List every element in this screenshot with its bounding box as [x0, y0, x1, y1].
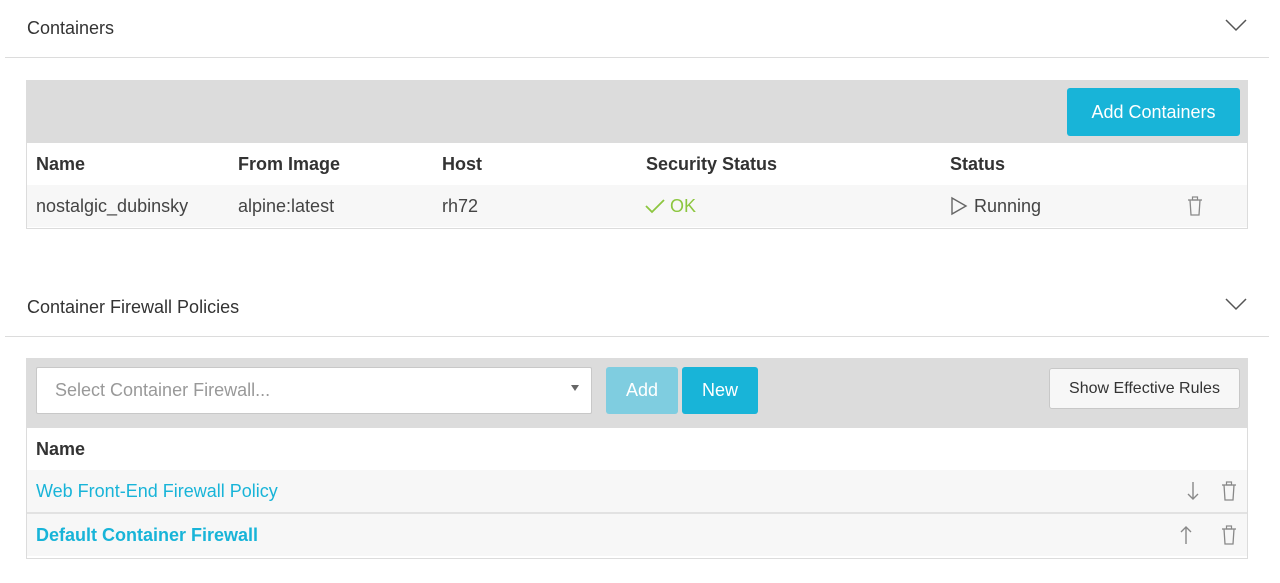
firewall-toolbar: Select Container Firewall... Add New Sho… [27, 358, 1247, 428]
chevron-down-icon[interactable] [1225, 297, 1247, 311]
trash-icon[interactable] [1219, 524, 1239, 546]
show-effective-rules-button[interactable]: Show Effective Rules [1049, 368, 1240, 409]
table-row[interactable]: Default Container Firewall [27, 514, 1247, 556]
table-row[interactable]: Web Front-End Firewall Policy [27, 470, 1247, 514]
containers-section-title: Containers [27, 18, 115, 38]
firewall-panel: Select Container Firewall... Add New Sho… [26, 358, 1248, 559]
trash-icon[interactable] [1185, 195, 1205, 217]
column-header-host: Host [442, 153, 482, 174]
firewall-policy-link[interactable]: Default Container Firewall [36, 514, 258, 556]
firewall-policy-link[interactable]: Web Front-End Firewall Policy [36, 470, 278, 512]
chevron-down-icon[interactable] [1225, 18, 1247, 32]
firewall-section-title: Container Firewall Policies [27, 297, 240, 317]
add-containers-button[interactable]: Add Containers [1067, 88, 1240, 136]
arrow-down-icon[interactable] [1183, 480, 1203, 502]
check-icon [645, 199, 665, 214]
firewall-select[interactable]: Select Container Firewall... [36, 367, 592, 414]
container-status: Running [949, 185, 1041, 227]
new-firewall-button[interactable]: New [682, 367, 758, 414]
container-name: nostalgic_dubinsky [36, 195, 189, 216]
containers-panel: Add Containers Name From Image Host Secu… [26, 80, 1248, 229]
column-header-status: Status [950, 153, 1006, 174]
table-row[interactable]: nostalgic_dubinsky alpine:latest rh72 OK… [27, 185, 1247, 227]
column-header-from-image: From Image [238, 153, 341, 174]
play-icon [951, 196, 968, 216]
container-image: alpine:latest [238, 195, 335, 216]
containers-toolbar: Add Containers [27, 80, 1247, 143]
firewall-section-header[interactable]: Container Firewall Policies [5, 279, 1269, 337]
firewall-select-placeholder: Select Container Firewall... [55, 380, 271, 400]
column-header-security-status: Security Status [646, 153, 778, 174]
column-header-name: Name [36, 438, 86, 459]
security-status-label: OK [670, 195, 697, 216]
firewall-table-header: Name [27, 428, 1247, 470]
add-firewall-button[interactable]: Add [606, 367, 678, 414]
containers-table-header: Name From Image Host Security Status Sta… [27, 143, 1247, 185]
column-header-name: Name [36, 153, 86, 174]
arrow-up-icon[interactable] [1176, 524, 1196, 546]
containers-section-header[interactable]: Containers [5, 0, 1269, 58]
security-status: OK [644, 185, 696, 227]
container-status-label: Running [974, 195, 1042, 216]
trash-icon[interactable] [1219, 480, 1239, 502]
container-host: rh72 [442, 195, 479, 216]
caret-down-icon [571, 385, 579, 391]
